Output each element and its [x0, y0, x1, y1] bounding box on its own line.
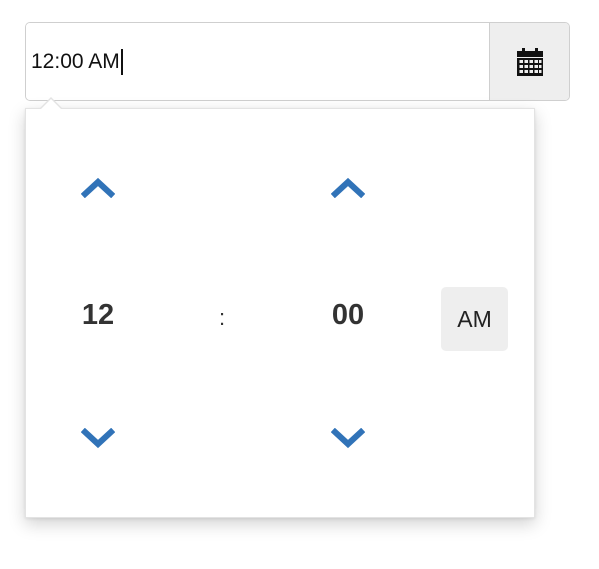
chevron-up-icon: [331, 177, 365, 198]
chevron-down-icon: [331, 428, 365, 449]
minute-decrement-button[interactable]: [328, 423, 368, 455]
chevron-down-icon: [81, 428, 115, 449]
minute-increment-button[interactable]: [328, 171, 368, 203]
minute-value[interactable]: 00: [308, 299, 388, 332]
text-caret: [120, 48, 123, 75]
hour-increment-button[interactable]: [78, 171, 118, 203]
time-picker-popup: 12 : 00 AM: [25, 108, 535, 518]
time-input[interactable]: 12:00 AM: [26, 23, 489, 100]
calendar-button[interactable]: [489, 23, 569, 100]
time-separator: :: [218, 305, 226, 330]
hour-decrement-button[interactable]: [78, 423, 118, 455]
meridian-toggle-button[interactable]: AM: [441, 287, 508, 351]
time-input-group: 12:00 AM: [25, 22, 570, 101]
popup-pointer-fill: [41, 99, 61, 109]
hour-value[interactable]: 12: [58, 299, 138, 332]
time-input-value: 12:00 AM: [31, 49, 120, 73]
chevron-up-icon: [81, 177, 115, 198]
calendar-icon: [516, 47, 543, 76]
